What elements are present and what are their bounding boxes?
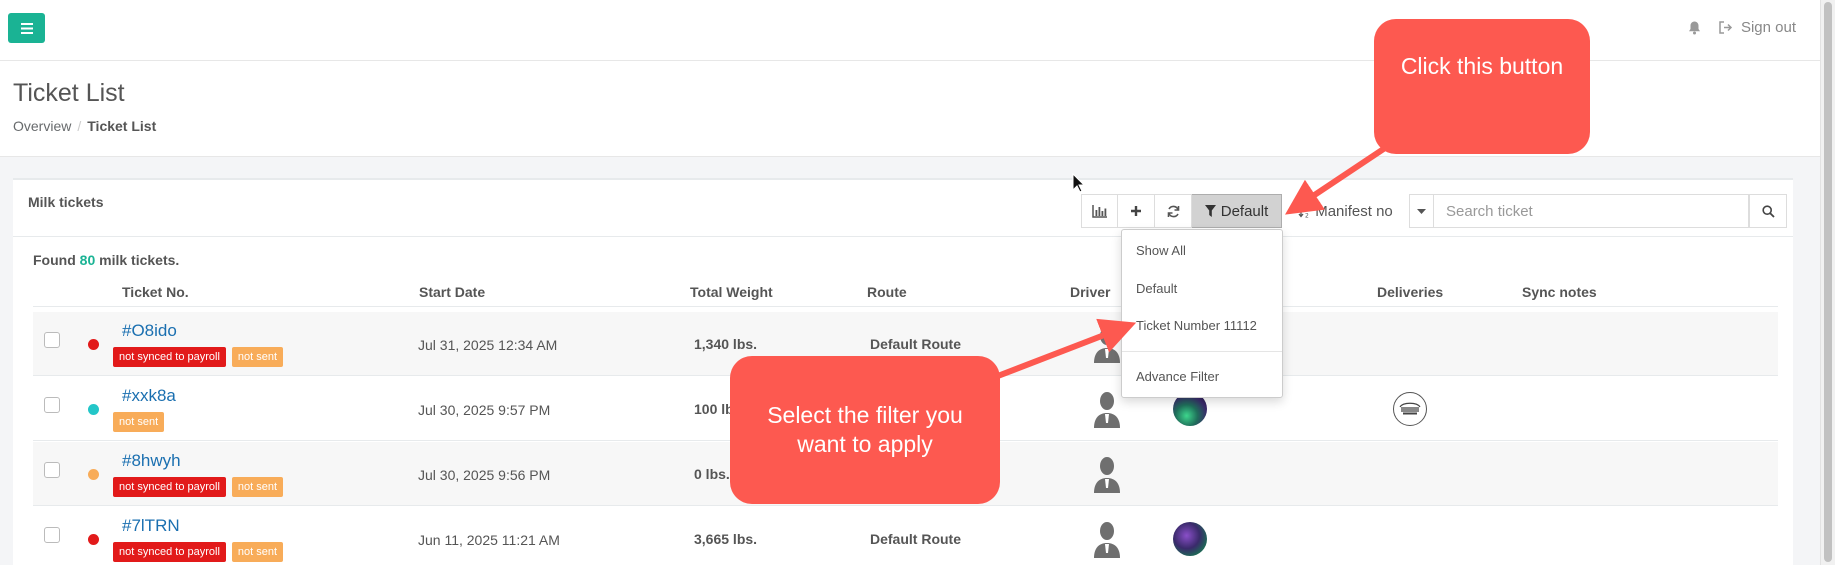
bar-chart-icon	[1092, 204, 1107, 218]
row-checkbox[interactable]	[44, 462, 60, 478]
ticket-number-link[interactable]: #8hwyh	[122, 451, 181, 471]
status-dot	[88, 404, 99, 415]
status-dot	[88, 534, 99, 545]
dropdown-divider	[1122, 351, 1282, 352]
driver-avatar-icon	[1092, 520, 1122, 561]
sort-button[interactable]: 12 Manifest no	[1282, 194, 1409, 228]
table-row[interactable]: #7lTRN not synced to payroll not sent Ju…	[33, 507, 1778, 565]
page-title: Ticket List	[13, 79, 125, 107]
delivery-logo-icon	[1393, 392, 1427, 426]
breadcrumb: Overview / Ticket List	[13, 118, 157, 134]
filter-option-advance[interactable]: Advance Filter	[1136, 369, 1219, 384]
sent-status-badge: not sent	[113, 412, 165, 432]
col-deliveries[interactable]: Deliveries	[1377, 284, 1443, 300]
total-weight: 1,340 lbs.	[694, 336, 758, 352]
toolbar: Default 12 Manifest no	[1081, 194, 1787, 228]
col-total-weight[interactable]: Total Weight	[690, 284, 773, 300]
row-checkbox[interactable]	[44, 332, 60, 348]
sent-status-badge: not sent	[231, 347, 284, 367]
refresh-icon	[1167, 205, 1179, 217]
sort-numeric-icon: 12	[1298, 205, 1309, 219]
menu-toggle-button[interactable]	[8, 13, 45, 43]
filter-dropdown-menu: Show All Default Ticket Number 11112 Adv…	[1121, 229, 1283, 398]
total-weight: 3,665 lbs.	[694, 531, 758, 547]
col-sync-notes[interactable]: Sync notes	[1522, 284, 1597, 300]
caret-down-icon	[1417, 208, 1426, 214]
search-button[interactable]	[1749, 194, 1787, 228]
bell-icon[interactable]	[1688, 21, 1701, 35]
callout-click-button: Click this button	[1374, 19, 1590, 154]
page-scrollbar[interactable]	[1820, 0, 1835, 565]
driver-avatar-icon	[1092, 325, 1122, 366]
found-count: 80	[79, 252, 96, 268]
ticket-number-link[interactable]: #xxk8a	[122, 386, 176, 406]
payroll-sync-badge: not synced to payroll	[113, 347, 226, 367]
refresh-button[interactable]	[1155, 194, 1192, 228]
found-prefix: Found	[33, 252, 76, 268]
col-driver[interactable]: Driver	[1070, 284, 1110, 300]
add-ticket-button[interactable]	[1118, 194, 1155, 228]
hamburger-icon	[20, 22, 33, 34]
route-name: Default Route	[870, 531, 961, 547]
row-checkbox[interactable]	[44, 397, 60, 413]
payroll-sync-badge: not synced to payroll	[113, 477, 226, 497]
sort-options-caret[interactable]	[1409, 194, 1434, 228]
plus-icon	[1131, 206, 1141, 216]
sort-button-label: Manifest no	[1315, 202, 1393, 220]
callout-select-filter: Select the filter you want to apply	[730, 356, 1000, 504]
svg-text:2: 2	[1305, 213, 1309, 219]
breadcrumb-overview-link[interactable]: Overview	[13, 118, 71, 134]
chart-button[interactable]	[1081, 194, 1118, 228]
start-date: Jul 30, 2025 9:57 PM	[418, 402, 551, 418]
status-dot	[88, 339, 99, 350]
driver-avatar-icon	[1092, 455, 1122, 496]
col-start-date[interactable]: Start Date	[419, 284, 485, 300]
sent-status-badge: not sent	[231, 542, 284, 562]
panel-title: Milk tickets	[28, 194, 104, 210]
start-date: Jun 11, 2025 11:21 AM	[418, 532, 560, 548]
sent-status-badge: not sent	[231, 477, 284, 497]
filter-option-default[interactable]: Default	[1136, 281, 1177, 296]
sign-out-link[interactable]: Sign out	[1719, 19, 1796, 36]
col-route[interactable]: Route	[867, 284, 907, 300]
start-date: Jul 30, 2025 9:56 PM	[418, 467, 551, 483]
breadcrumb-current: Ticket List	[87, 118, 157, 134]
row-checkbox[interactable]	[44, 527, 60, 543]
sign-out-icon	[1719, 21, 1733, 34]
driver-avatar-icon	[1092, 390, 1122, 431]
filter-option-ticket-number[interactable]: Ticket Number 11112	[1136, 318, 1257, 333]
scrollbar-thumb[interactable]	[1824, 2, 1832, 562]
search-ticket-input[interactable]	[1434, 194, 1749, 228]
found-count-text: Found 80 milk tickets.	[33, 252, 179, 268]
panel-header: Milk tickets Default 12 Manifest no	[13, 180, 1793, 237]
route-name: Default Route	[870, 336, 961, 352]
search-icon	[1761, 204, 1775, 218]
table-header: Ticket No. Start Date Total Weight Route…	[33, 284, 1778, 307]
payroll-sync-badge: not synced to payroll	[113, 542, 226, 562]
found-suffix: milk tickets.	[99, 252, 180, 268]
svg-text:1: 1	[1305, 205, 1309, 212]
col-ticket-no[interactable]: Ticket No.	[122, 284, 189, 300]
status-dot	[88, 469, 99, 480]
start-date: Jul 31, 2025 12:34 AM	[418, 337, 558, 353]
total-weight: 0 lbs.	[694, 466, 730, 482]
sign-out-label: Sign out	[1740, 19, 1796, 36]
ticket-number-link[interactable]: #O8ido	[122, 321, 177, 341]
filter-dropdown-button[interactable]: Default	[1192, 194, 1282, 228]
ticket-number-link[interactable]: #7lTRN	[122, 516, 180, 536]
vehicle-avatar-icon	[1173, 522, 1207, 556]
filter-button-label: Default	[1220, 202, 1269, 220]
filter-option-show-all[interactable]: Show All	[1136, 243, 1186, 258]
filter-icon	[1204, 205, 1216, 217]
